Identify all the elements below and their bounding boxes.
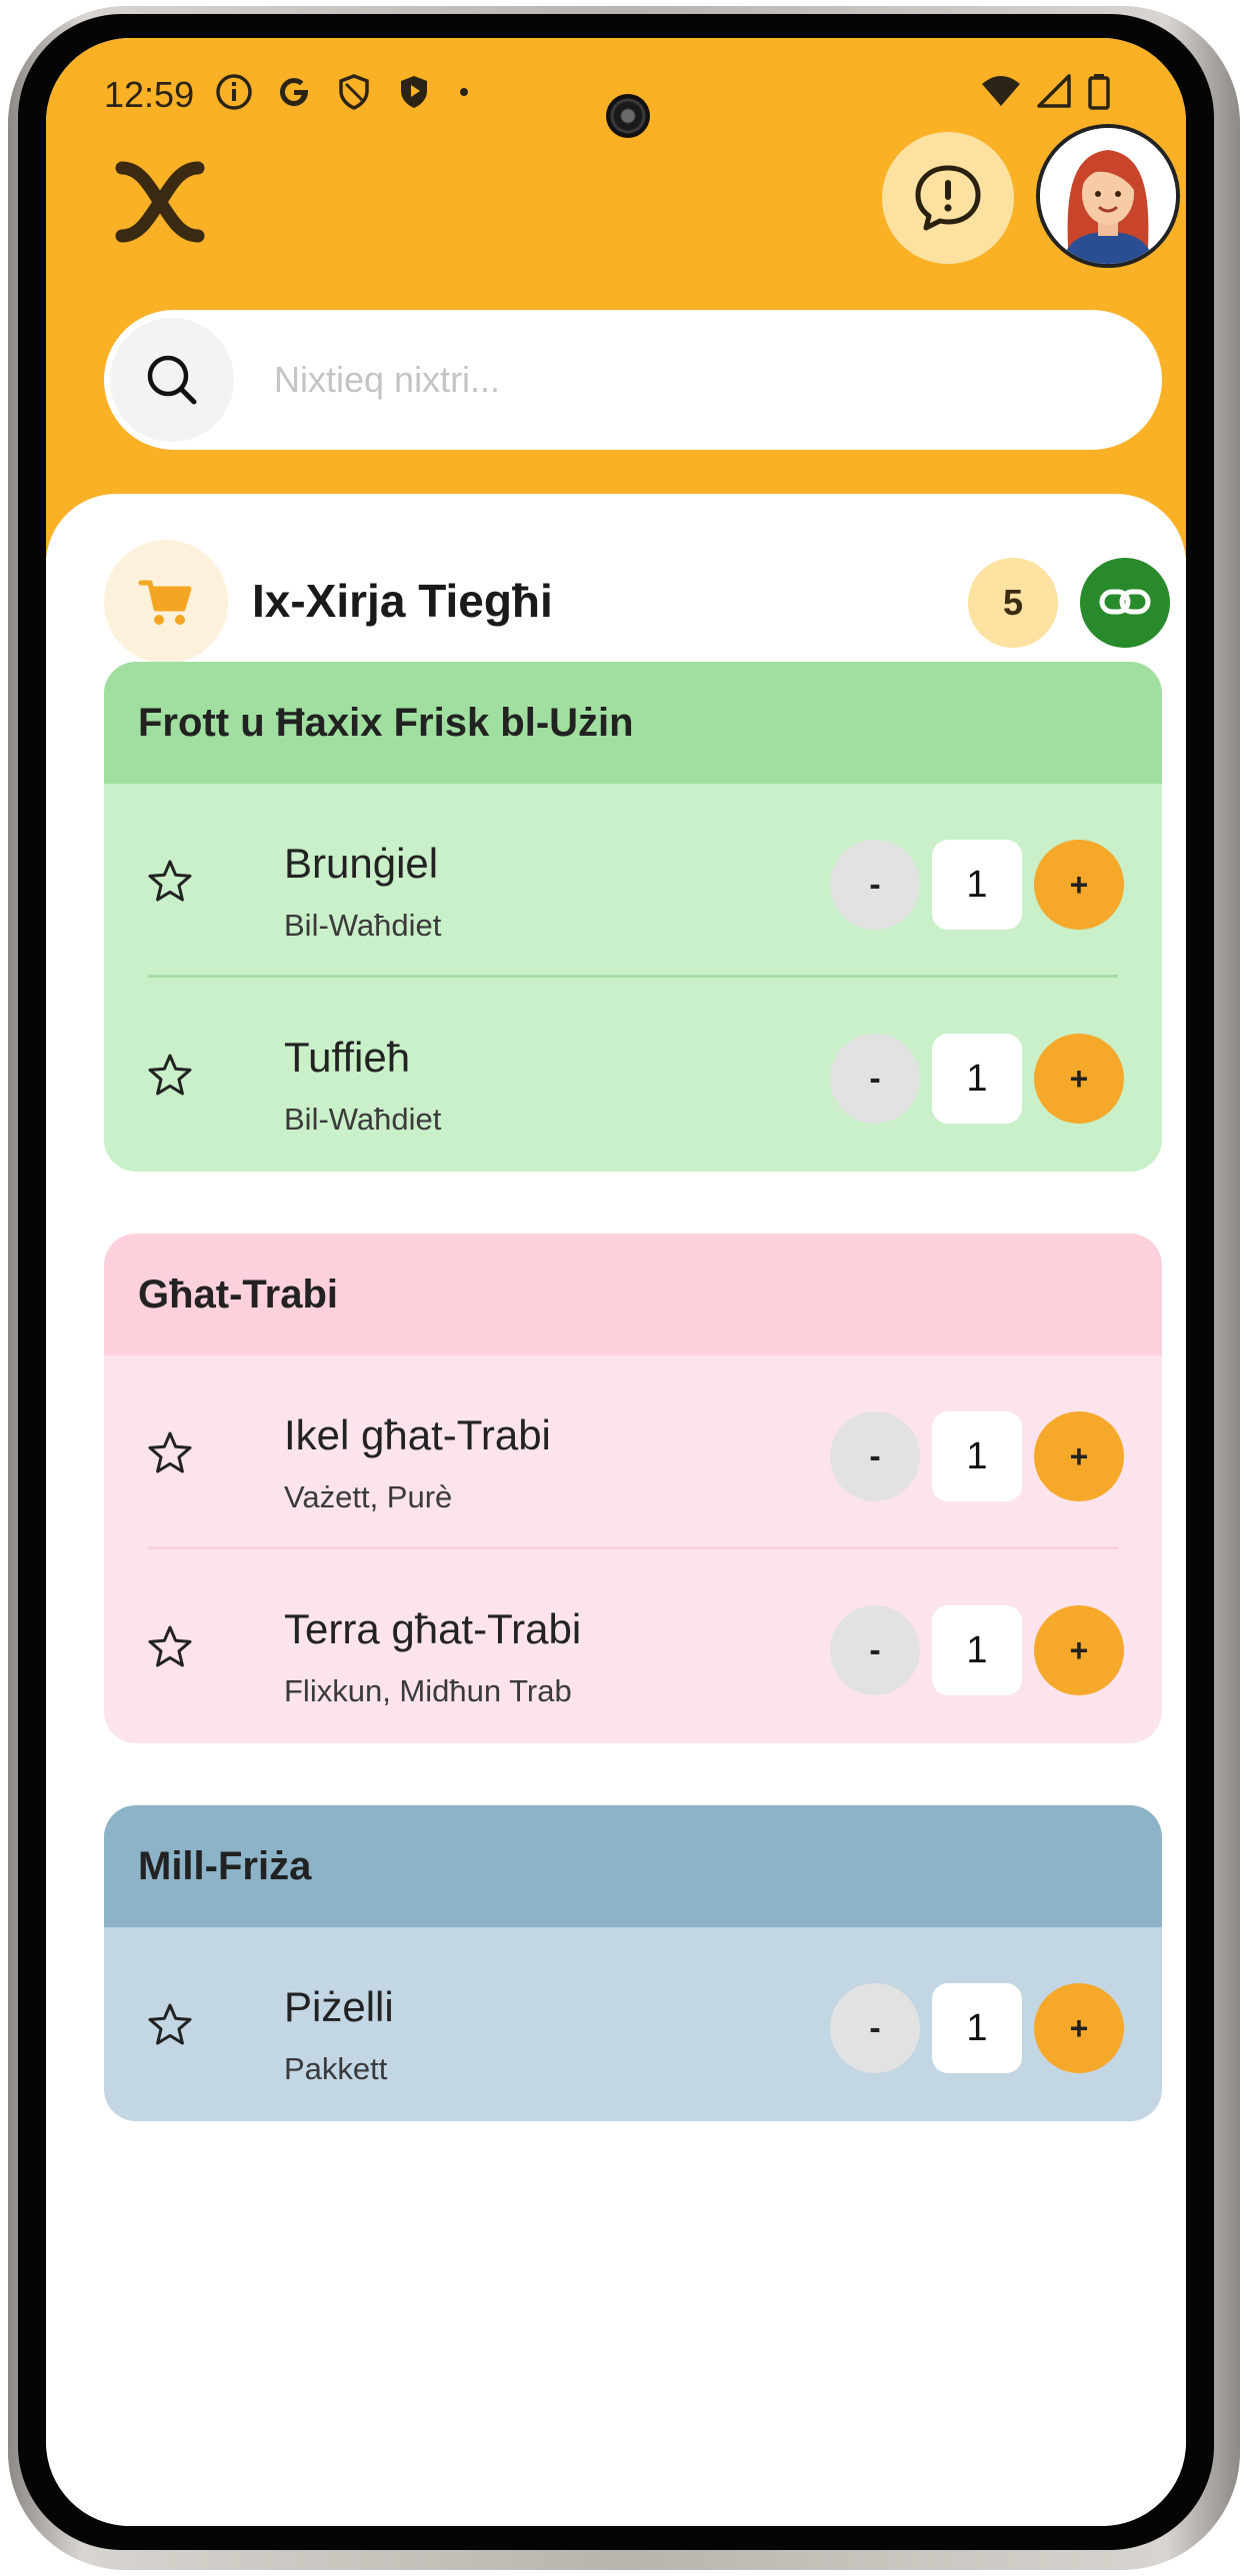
favorite-star-icon[interactable] — [146, 858, 194, 906]
list-header: Ix-Xirja Tiegħi 5 — [104, 540, 1170, 664]
signal-icon — [1037, 74, 1071, 108]
decrease-quantity-button[interactable]: - — [830, 1605, 920, 1695]
quantity-value[interactable]: 1 — [932, 840, 1022, 930]
list-item[interactable]: Brunġiel Bil-Waħdiet -1 + — [104, 784, 1162, 978]
search-bar[interactable] — [104, 310, 1162, 450]
user-avatar-illustration — [1040, 128, 1176, 264]
main-content: Ix-Xirja Tiegħi 5 Frott u Ħaxix Frisk bl… — [46, 494, 1186, 2526]
item-unit: Flixkun, Midħun Trab — [284, 1673, 572, 1708]
category-card: Frott u Ħaxix Frisk bl-Użin Brunġiel Bil-… — [104, 662, 1162, 1172]
avatar[interactable] — [1036, 124, 1180, 268]
list-item[interactable]: Ikel għat-Trabi Vażett, Purè -1 + — [104, 1355, 1162, 1549]
item-name: Terra għat-Trabi — [284, 1605, 582, 1652]
search-icon — [147, 355, 197, 405]
item-unit: Bil-Waħdiet — [284, 1102, 442, 1137]
decrease-quantity-button[interactable]: - — [830, 1411, 920, 1501]
play-protect-icon — [401, 76, 427, 108]
cart-icon — [138, 580, 192, 625]
increase-quantity-button[interactable]: + — [1034, 1983, 1124, 2073]
favorite-star-icon[interactable] — [146, 1623, 194, 1671]
quantity-stepper: -1 + — [830, 840, 1126, 930]
decrease-quantity-button[interactable]: - — [830, 1034, 920, 1124]
share-link-button[interactable] — [1080, 558, 1170, 648]
search-button[interactable] — [110, 318, 234, 442]
item-name: Tuffieħ — [284, 1034, 411, 1081]
item-unit: Vażett, Purè — [284, 1479, 453, 1514]
increase-quantity-button[interactable]: + — [1034, 1411, 1124, 1501]
status-icons-left — [214, 72, 474, 112]
category-title: Frott u Ħaxix Frisk bl-Użin — [104, 662, 1162, 784]
favorite-star-icon[interactable] — [146, 2001, 194, 2049]
item-unit: Bil-Waħdiet — [284, 908, 442, 943]
phone-bezel: 12:59 Nixtieq nixtri... Ix-Xirja Tiegħi … — [18, 14, 1214, 2550]
quantity-value[interactable]: 1 — [932, 1983, 1022, 2073]
alert-icon — [915, 165, 981, 231]
category-title: Għat-Trabi — [104, 1234, 1162, 1355]
shield-icon — [339, 74, 369, 110]
list-item[interactable]: Tuffieħ Bil-Waħdiet -1 + — [104, 978, 1162, 1172]
list-item[interactable]: Terra għat-Trabi Flixkun, Midħun Trab -1 + — [104, 1549, 1162, 1743]
item-name: Ikel għat-Trabi — [284, 1411, 551, 1458]
decrease-quantity-button[interactable]: - — [830, 1983, 920, 2073]
category-card: Għat-Trabi Ikel għat-Trabi Vażett, Purè -1… — [104, 1234, 1162, 1743]
app-header: 12:59 — [46, 38, 1186, 558]
quantity-stepper: -1 + — [830, 1605, 1126, 1695]
battery-icon — [1088, 74, 1110, 110]
status-icons-right — [980, 72, 1112, 112]
wifi-icon — [982, 76, 1020, 106]
quantity-stepper: -1 + — [830, 1034, 1126, 1124]
alert-button[interactable] — [882, 132, 1014, 264]
increase-quantity-button[interactable]: + — [1034, 1605, 1124, 1695]
google-icon — [280, 78, 309, 107]
category-title: Mill-Friża — [104, 1805, 1162, 1927]
front-camera — [606, 94, 650, 138]
dot-icon — [460, 88, 468, 96]
status-time: 12:59 — [104, 74, 195, 115]
cart-badge — [104, 540, 228, 664]
item-count-badge: 5 — [968, 558, 1058, 648]
list-item[interactable]: Piżelli Pakkett -1 + — [104, 1927, 1162, 2121]
item-unit: Pakkett — [284, 2051, 388, 2086]
increase-quantity-button[interactable]: + — [1034, 840, 1124, 930]
increase-quantity-button[interactable]: + — [1034, 1034, 1124, 1124]
item-name: Piżelli — [284, 1983, 394, 2030]
app-screen: 12:59 Nixtieq nixtri... Ix-Xirja Tiegħi … — [46, 38, 1186, 2526]
quantity-stepper: -1 + — [830, 1411, 1126, 1501]
item-name: Brunġiel — [284, 840, 439, 887]
favorite-star-icon[interactable] — [146, 1429, 194, 1477]
favorite-star-icon[interactable] — [146, 1052, 194, 1100]
search-input[interactable] — [274, 340, 1114, 420]
category-card: Mill-Friża Piżelli Pakkett -1 + — [104, 1805, 1162, 2121]
quantity-value[interactable]: 1 — [932, 1605, 1022, 1695]
quantity-value[interactable]: 1 — [932, 1034, 1022, 1124]
app-logo-icon[interactable] — [112, 154, 208, 250]
info-icon — [216, 74, 252, 110]
link-icon — [1099, 589, 1151, 615]
quantity-value[interactable]: 1 — [932, 1411, 1022, 1501]
decrease-quantity-button[interactable]: - — [830, 840, 920, 930]
list-title: Ix-Xirja Tiegħi — [252, 575, 553, 627]
quantity-stepper: -1 + — [830, 1983, 1126, 2073]
